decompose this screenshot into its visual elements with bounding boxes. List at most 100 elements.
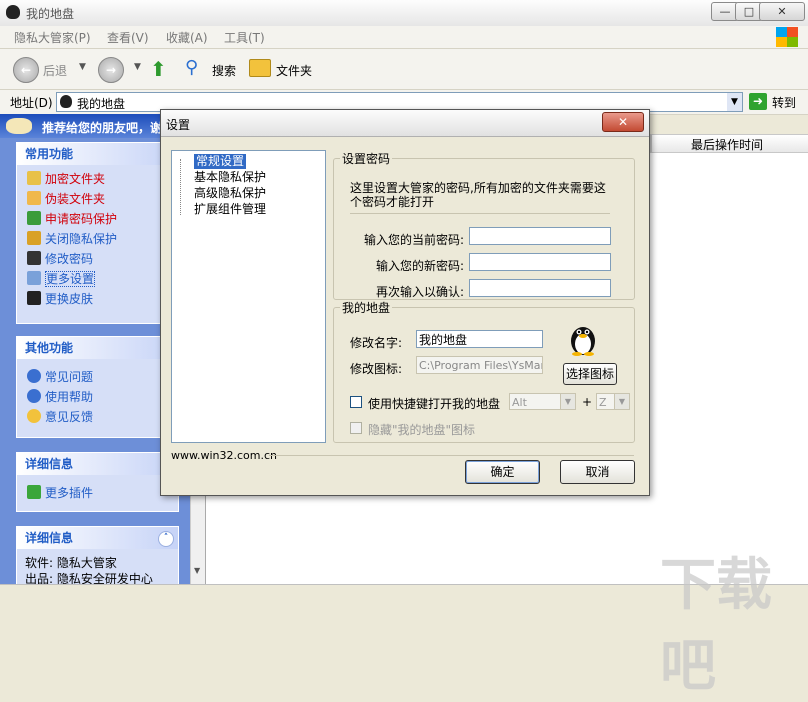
hide-icon-label: 隐藏"我的地盘"图标 bbox=[368, 423, 476, 437]
link-label: 加密文件夹 bbox=[45, 172, 106, 186]
faq-link[interactable]: 常见问题 bbox=[17, 367, 178, 387]
window-title: 我的地盘 bbox=[26, 7, 75, 21]
menu-favorites[interactable]: 收藏(A) bbox=[166, 29, 208, 46]
divider bbox=[350, 213, 610, 214]
section-title[interactable]: 详细信息 ˄ bbox=[17, 527, 178, 549]
link-label: 意见反馈 bbox=[45, 410, 94, 424]
dialog-title: 设置 bbox=[166, 118, 191, 132]
rename-label: 修改名字: bbox=[350, 336, 403, 350]
folders-button-label[interactable]: 文件夹 bbox=[276, 62, 312, 79]
new-password-label: 输入您的新密码: bbox=[376, 259, 465, 273]
tree-line bbox=[180, 159, 182, 215]
mydisk-group: 我的地盘 修改名字: 我的地盘 修改图标: C:\Program Files\Y… bbox=[333, 299, 635, 443]
confirm-password-field[interactable] bbox=[469, 279, 611, 297]
windows-logo-icon bbox=[776, 27, 798, 47]
penguin-icon bbox=[60, 95, 72, 108]
hotkey-checkbox[interactable] bbox=[350, 396, 362, 408]
hotkey-key-value: Z bbox=[599, 396, 607, 409]
more-settings-link[interactable]: 更多设置 bbox=[17, 269, 178, 289]
disguise-folder-link[interactable]: 伪装文件夹 bbox=[17, 189, 178, 209]
penguin-icon bbox=[566, 322, 600, 356]
back-arrow-icon[interactable]: ← bbox=[13, 57, 39, 83]
folder-icon[interactable] bbox=[249, 59, 271, 77]
divider bbox=[269, 455, 634, 456]
menu-privacy[interactable]: 隐私大管家(P) bbox=[14, 29, 91, 46]
help-icon bbox=[27, 389, 41, 403]
dialog-titlebar: 设置 ✕ bbox=[161, 110, 649, 137]
link-label: 关闭隐私保护 bbox=[45, 232, 118, 246]
feedback-link[interactable]: 意见反馈 bbox=[17, 407, 178, 427]
search-icon[interactable]: ⚲ bbox=[185, 57, 198, 78]
search-button-label[interactable]: 搜索 bbox=[212, 62, 236, 79]
current-password-field[interactable] bbox=[469, 227, 611, 245]
up-folder-icon[interactable]: ⬆ bbox=[150, 57, 167, 81]
other-functions-section: 其他功能 常见问题 使用帮助 意见反馈 bbox=[16, 336, 179, 438]
menu-bar: 隐私大管家(P) 查看(V) 收藏(A) 工具(T) bbox=[0, 26, 808, 49]
apply-password-protection-link[interactable]: 申请密码保护 bbox=[17, 209, 178, 229]
link-label: 更换皮肤 bbox=[45, 292, 94, 306]
close-button[interactable]: ✕ bbox=[759, 2, 805, 21]
chevron-down-icon: ▼ bbox=[560, 394, 575, 409]
software-name: 软件: 隐私大管家 bbox=[25, 556, 117, 570]
tree-item-general[interactable]: 常规设置 bbox=[194, 154, 247, 169]
link-label: 更多插件 bbox=[45, 486, 94, 500]
hotkey-modifier-select: Alt ▼ bbox=[509, 393, 576, 410]
column-divider[interactable] bbox=[651, 135, 652, 152]
go-arrow-icon[interactable]: ➜ bbox=[749, 93, 767, 110]
chevron-down-icon: ▼ bbox=[614, 394, 629, 409]
comment-icon bbox=[27, 409, 41, 423]
change-skin-link[interactable]: 更换皮肤 bbox=[17, 289, 178, 309]
website-link[interactable]: www.win32.com.cn bbox=[171, 449, 277, 462]
menu-view[interactable]: 查看(V) bbox=[107, 29, 149, 46]
hotkey-modifier-value: Alt bbox=[512, 396, 527, 409]
section-title-text: 详细信息 bbox=[25, 531, 74, 545]
usage-help-link[interactable]: 使用帮助 bbox=[17, 387, 178, 407]
choose-icon-button[interactable]: 选择图标 bbox=[563, 363, 617, 385]
close-privacy-protection-link[interactable]: 关闭隐私保护 bbox=[17, 229, 178, 249]
common-functions-section: 常用功能 加密文件夹 伪装文件夹 申请密码保护 关闭隐私保护 修改密码 更多设置… bbox=[16, 142, 179, 324]
back-button-label[interactable]: 后退 bbox=[43, 62, 67, 79]
dialog-close-button[interactable]: ✕ bbox=[602, 112, 644, 132]
link-label: 申请密码保护 bbox=[45, 212, 118, 226]
column-header[interactable]: 最后操作时间 bbox=[650, 134, 808, 153]
cancel-button[interactable]: 取消 bbox=[560, 460, 635, 484]
recommend-text: 推荐给您的朋友吧，谢 bbox=[42, 121, 163, 135]
tree-item-extensions[interactable]: 扩展组件管理 bbox=[194, 202, 266, 217]
current-password-label: 输入您的当前密码: bbox=[364, 233, 465, 247]
new-password-field[interactable] bbox=[469, 253, 611, 271]
settings-dialog: 设置 ✕ 常规设置 基本隐私保护 高级隐私保护 扩展组件管理 设置密码 这里设置… bbox=[160, 109, 650, 496]
confirm-password-label: 再次输入以确认: bbox=[376, 285, 465, 299]
padlock-icon bbox=[27, 231, 41, 245]
forward-arrow-icon[interactable]: → bbox=[98, 57, 124, 83]
handshake-icon bbox=[6, 118, 32, 134]
go-button-label[interactable]: 转到 bbox=[772, 94, 796, 111]
link-label: 伪装文件夹 bbox=[45, 192, 106, 206]
last-operation-column[interactable]: 最后操作时间 bbox=[691, 136, 763, 153]
back-dropdown-icon[interactable]: ▼ bbox=[79, 62, 86, 72]
address-label: 地址(D) bbox=[10, 96, 53, 110]
encrypt-folder-link[interactable]: 加密文件夹 bbox=[17, 169, 178, 189]
shield-icon bbox=[27, 211, 41, 225]
section-title: 其他功能 bbox=[17, 337, 178, 359]
watermark-text: 下载吧 bbox=[660, 553, 772, 699]
tree-item-advanced-privacy[interactable]: 高级隐私保护 bbox=[194, 186, 266, 201]
address-dropdown-icon[interactable]: ▼ bbox=[727, 93, 742, 111]
ok-button[interactable]: 确定 bbox=[465, 460, 540, 484]
hotkey-plus: + bbox=[582, 395, 593, 409]
more-plugins-link[interactable]: 更多插件 bbox=[17, 483, 178, 503]
lock-folder-icon bbox=[27, 171, 41, 185]
skin-icon bbox=[27, 291, 41, 305]
link-label: 修改密码 bbox=[45, 252, 94, 266]
scroll-down-icon[interactable]: ▼ bbox=[194, 566, 200, 575]
plus-icon bbox=[27, 485, 41, 499]
tree-item-basic-privacy[interactable]: 基本隐私保护 bbox=[194, 170, 266, 185]
menu-tools[interactable]: 工具(T) bbox=[224, 29, 265, 46]
change-icon-label: 修改图标: bbox=[350, 362, 403, 376]
key-icon bbox=[27, 251, 41, 265]
forward-dropdown-icon[interactable]: ▼ bbox=[134, 62, 141, 72]
settings-tree: 常规设置 基本隐私保护 高级隐私保护 扩展组件管理 bbox=[171, 150, 326, 443]
rename-field[interactable]: 我的地盘 bbox=[416, 330, 543, 348]
collapse-chevron-icon[interactable]: ˄ bbox=[158, 531, 174, 547]
help-icon bbox=[27, 369, 41, 383]
change-password-link[interactable]: 修改密码 bbox=[17, 249, 178, 269]
